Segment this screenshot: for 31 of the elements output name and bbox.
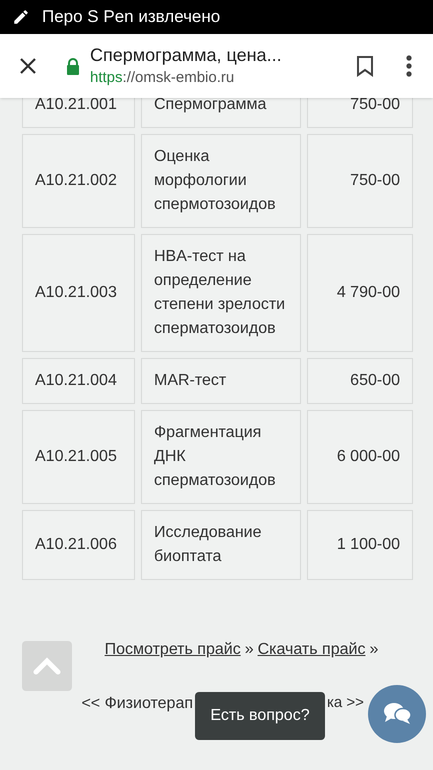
close-icon xyxy=(18,56,38,76)
table-cell: A10.21.005 xyxy=(22,410,135,504)
status-text: Перо S Pen извлечено xyxy=(42,6,220,28)
table-cell: 1 100-00 xyxy=(307,510,413,580)
chat-icon xyxy=(382,701,412,727)
table-cell: MAR-тест xyxy=(141,358,301,404)
table-cell: 750-00 xyxy=(307,134,413,228)
table-cell: Фрагментация ДНК сперматозоидов xyxy=(141,410,301,504)
table-cell: HBA-тест на определение степени зрелости сперматозоидов xyxy=(141,234,301,352)
separator-text: » xyxy=(244,640,254,660)
table-cell: A10.21.003 xyxy=(22,234,135,352)
more-icon xyxy=(406,55,412,77)
pen-icon xyxy=(12,8,30,26)
table-cell: 4 790-00 xyxy=(307,234,413,352)
table-cell: Исследование биоптата xyxy=(141,510,301,580)
separator-text: » xyxy=(369,640,378,660)
prev-link[interactable]: << Физиотерап xyxy=(81,692,193,716)
price-link[interactable]: Скачать прайс xyxy=(258,638,366,662)
chat-tooltip: Есть вопрос? xyxy=(195,692,325,740)
table-cell: 650-00 xyxy=(307,358,413,404)
table-cell: A10.21.006 xyxy=(22,510,135,580)
lock-icon xyxy=(66,58,80,74)
bookmark-icon xyxy=(356,55,374,77)
price-link[interactable]: Посмотреть прайс xyxy=(104,638,241,662)
table-cell: A10.21.002 xyxy=(22,134,135,228)
table-cell: A10.21.004 xyxy=(22,358,135,404)
page-title: Спермограмма, цена... xyxy=(90,44,283,67)
next-link[interactable]: ка >> xyxy=(327,692,364,716)
table-cell: 6 000-00 xyxy=(307,410,413,504)
table-cell: Оценка морфологии спермотозоидов xyxy=(141,134,301,228)
chevron-up-icon xyxy=(33,657,61,675)
